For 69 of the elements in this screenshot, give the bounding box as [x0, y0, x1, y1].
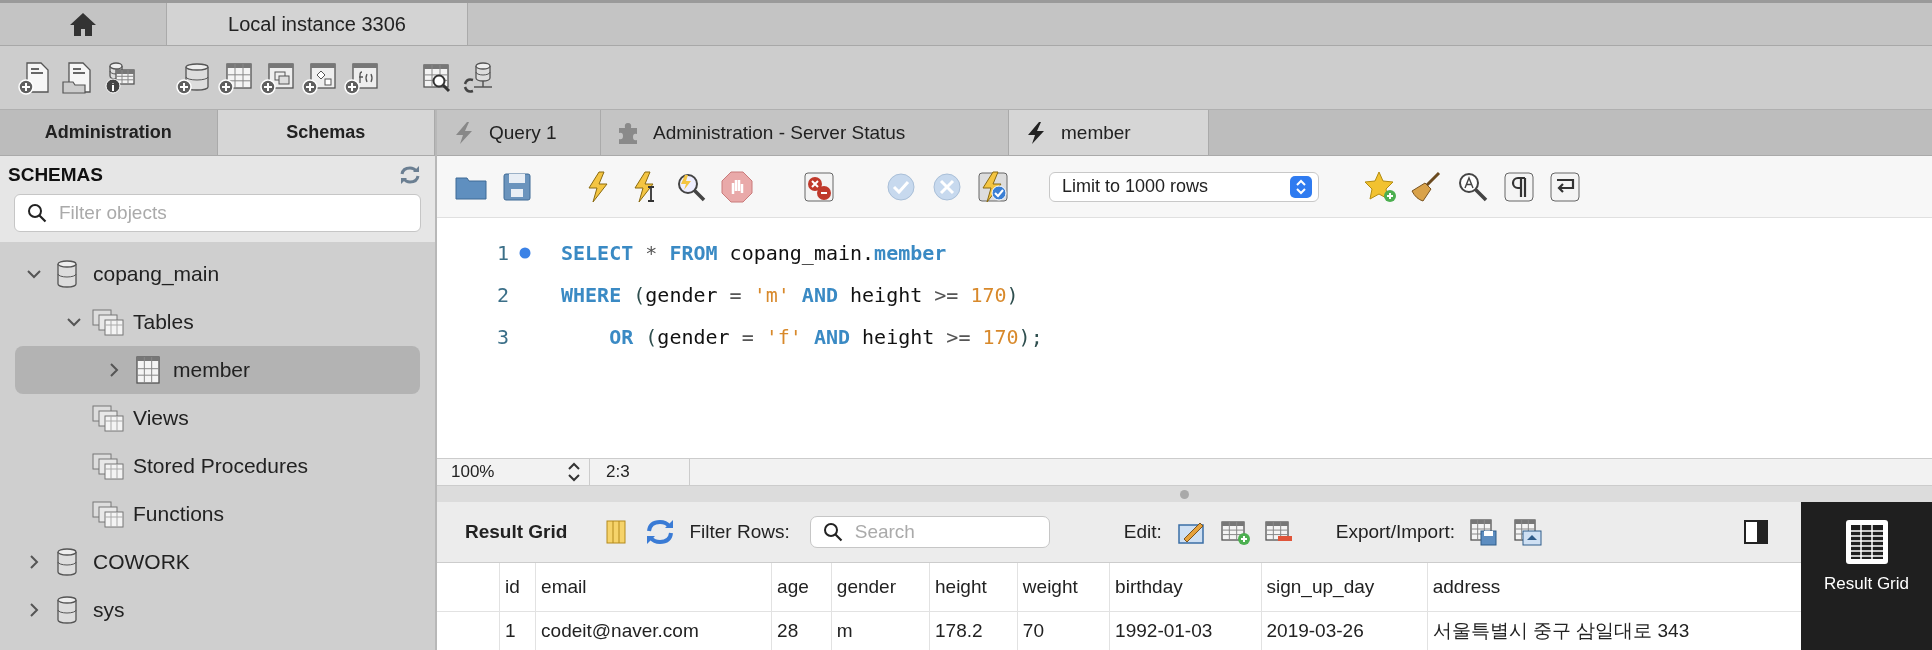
sidebar-tab[interactable]: Administration — [0, 110, 218, 156]
table-cell: 178.2 — [929, 611, 1018, 650]
refresh-icon[interactable] — [399, 165, 421, 185]
line-number: 2 — [495, 283, 509, 307]
column-header[interactable]: gender — [831, 563, 930, 612]
table-cell: 2019-03-26 — [1261, 611, 1428, 650]
import-icon[interactable] — [1513, 517, 1544, 547]
column-header[interactable]: sign_up_day — [1261, 563, 1428, 612]
home-icon — [69, 11, 97, 37]
column-header[interactable]: height — [929, 563, 1018, 612]
line-number: 3 — [495, 325, 509, 349]
code-line: OR (gender = 'f' AND height >= 170); — [608, 325, 1043, 349]
tree-item[interactable]: Functions — [15, 490, 420, 538]
export-label: Export/Import: — [1335, 521, 1456, 543]
tree-item[interactable]: sys — [15, 586, 420, 634]
search-field[interactable]: Search — [809, 516, 1050, 548]
editor-tab[interactable]: Query 1 — [437, 110, 601, 155]
editor-tab[interactable]: member — [1009, 110, 1209, 155]
refresh-icon[interactable] — [645, 517, 676, 547]
table-cell: 1 — [499, 611, 536, 650]
search-icon — [822, 522, 843, 542]
section-title: SCHEMAS — [8, 164, 103, 186]
lightning-icon — [453, 120, 475, 145]
code-line: WHERE (gender = 'm' AND height >= 170) — [561, 283, 1019, 307]
grid-icon — [1843, 518, 1890, 566]
column-header[interactable]: birthday — [1109, 563, 1261, 612]
tree-item[interactable]: Tables — [15, 298, 420, 346]
puzzle-icon — [617, 120, 639, 145]
column-header[interactable]: weight — [1017, 563, 1110, 612]
zoom-stepper[interactable]: 100% — [437, 459, 590, 485]
autocommit-icon[interactable] — [975, 168, 1011, 205]
tree-item[interactable]: Stored Procedures — [15, 442, 420, 490]
table-cell: m — [831, 611, 930, 650]
tree-item[interactable]: member — [15, 346, 420, 394]
filter-field[interactable]: Filter objects — [14, 194, 421, 232]
export-icon[interactable] — [1469, 517, 1500, 547]
tree-item[interactable]: copang_main — [15, 250, 420, 298]
code-line: SELECT * FROM copang_main.member — [561, 241, 947, 265]
table-cell: 70 — [1017, 611, 1110, 650]
edit-label: Edit: — [1123, 521, 1162, 543]
stop-icon[interactable] — [719, 168, 755, 205]
splitter-handle[interactable] — [1180, 489, 1189, 499]
folder-stack-icon — [91, 307, 125, 337]
table-cell: 1992-01-03 — [1109, 611, 1261, 650]
editor-tab[interactable]: Administration - Server Status — [601, 110, 1009, 155]
column-header[interactable]: email — [535, 563, 772, 612]
stepper-icon — [1290, 175, 1312, 198]
info-icon[interactable] — [102, 59, 138, 96]
column-header[interactable]: age — [771, 563, 832, 612]
lightning-icon — [1025, 120, 1047, 145]
search-icon — [27, 203, 47, 223]
column-header[interactable]: id — [499, 563, 536, 612]
connection-tab[interactable]: Local instance 3306 — [167, 3, 468, 45]
panel-title: Result Grid — [465, 521, 568, 543]
folder-stack-icon — [91, 403, 125, 433]
stepper-icon — [567, 462, 581, 482]
tree-item[interactable]: Views — [15, 394, 420, 442]
table-cell: codeit@naver.com — [535, 611, 772, 650]
limit-select[interactable]: Limit to 1000 rows — [1049, 171, 1319, 202]
table-cell: 28 — [771, 611, 832, 650]
folder-stack-icon — [91, 499, 125, 529]
tree-item[interactable]: COWORK — [15, 538, 420, 586]
folder-stack-icon — [91, 451, 125, 481]
result-grid-tab[interactable]: Result Grid — [1801, 502, 1932, 650]
panel-toggle-icon[interactable] — [1741, 517, 1771, 547]
filter-label: Filter Rows: — [689, 521, 790, 543]
sidebar-tab[interactable]: Schemas — [217, 110, 435, 156]
cursor-position: 2:3 — [606, 462, 630, 482]
line-number: 1 — [495, 241, 509, 265]
